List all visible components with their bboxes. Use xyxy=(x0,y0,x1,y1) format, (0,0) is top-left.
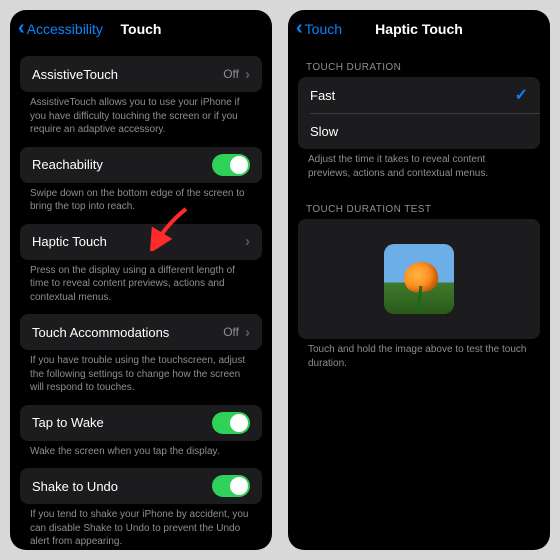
touch-accommodations-row[interactable]: Touch Accommodations Off › xyxy=(20,314,262,350)
haptic-touch-screen: ‹ Touch Haptic Touch TOUCH DURATION Fast… xyxy=(288,10,550,550)
back-label: Touch xyxy=(305,21,342,37)
cell-label: Haptic Touch xyxy=(32,234,245,249)
tap-to-wake-toggle[interactable] xyxy=(212,412,250,434)
cell-footer: Adjust the time it takes to reveal conte… xyxy=(298,149,540,190)
touch-test-area xyxy=(298,219,540,339)
chevron-right-icon: › xyxy=(245,66,250,83)
cell-label: Touch Accommodations xyxy=(32,325,223,340)
reachability-toggle[interactable] xyxy=(212,154,250,176)
cell-footer: Swipe down on the bottom edge of the scr… xyxy=(20,183,262,224)
cell-label: Fast xyxy=(310,88,515,103)
chevron-left-icon: ‹ xyxy=(18,18,25,38)
navbar: ‹ Touch Haptic Touch xyxy=(288,10,550,48)
reachability-row[interactable]: Reachability xyxy=(20,147,262,183)
back-label: Accessibility xyxy=(27,21,103,37)
cell-footer: Touch and hold the image above to test t… xyxy=(298,339,540,380)
section-header: TOUCH DURATION TEST xyxy=(298,190,540,219)
duration-fast-row[interactable]: Fast ✓ xyxy=(298,77,540,113)
chevron-right-icon: › xyxy=(245,233,250,250)
touch-settings-screen: ‹ Accessibility Touch AssistiveTouch Off… xyxy=(10,10,272,550)
content-scroll[interactable]: TOUCH DURATION Fast ✓ Slow Adjust the ti… xyxy=(288,48,550,550)
assistivetouch-row[interactable]: AssistiveTouch Off › xyxy=(20,56,262,92)
shake-to-undo-toggle[interactable] xyxy=(212,475,250,497)
cell-label: Shake to Undo xyxy=(32,479,212,494)
back-button[interactable]: ‹ Accessibility xyxy=(18,20,103,38)
cell-footer: Press on the display using a different l… xyxy=(20,260,262,315)
duration-slow-row[interactable]: Slow xyxy=(298,113,540,149)
cell-label: AssistiveTouch xyxy=(32,67,223,82)
navbar: ‹ Accessibility Touch xyxy=(10,10,272,48)
content-scroll[interactable]: AssistiveTouch Off › AssistiveTouch allo… xyxy=(10,48,272,550)
back-button[interactable]: ‹ Touch xyxy=(296,20,342,38)
section-header: TOUCH DURATION xyxy=(298,48,540,77)
test-image[interactable] xyxy=(384,244,454,314)
cell-footer: If you tend to shake your iPhone by acci… xyxy=(20,504,262,550)
shake-to-undo-row[interactable]: Shake to Undo xyxy=(20,468,262,504)
chevron-left-icon: ‹ xyxy=(296,18,303,38)
cell-detail: Off xyxy=(223,325,239,339)
cell-label: Tap to Wake xyxy=(32,415,212,430)
chevron-right-icon: › xyxy=(245,324,250,341)
cell-label: Reachability xyxy=(32,157,212,172)
cell-footer: AssistiveTouch allows you to use your iP… xyxy=(20,92,262,147)
cell-label: Slow xyxy=(310,124,528,139)
cell-footer: Wake the screen when you tap the display… xyxy=(20,441,262,469)
checkmark-icon: ✓ xyxy=(515,85,528,105)
cell-detail: Off xyxy=(223,67,239,81)
cell-footer: If you have trouble using the touchscree… xyxy=(20,350,262,405)
tap-to-wake-row[interactable]: Tap to Wake xyxy=(20,405,262,441)
haptic-touch-row[interactable]: Haptic Touch › xyxy=(20,224,262,260)
